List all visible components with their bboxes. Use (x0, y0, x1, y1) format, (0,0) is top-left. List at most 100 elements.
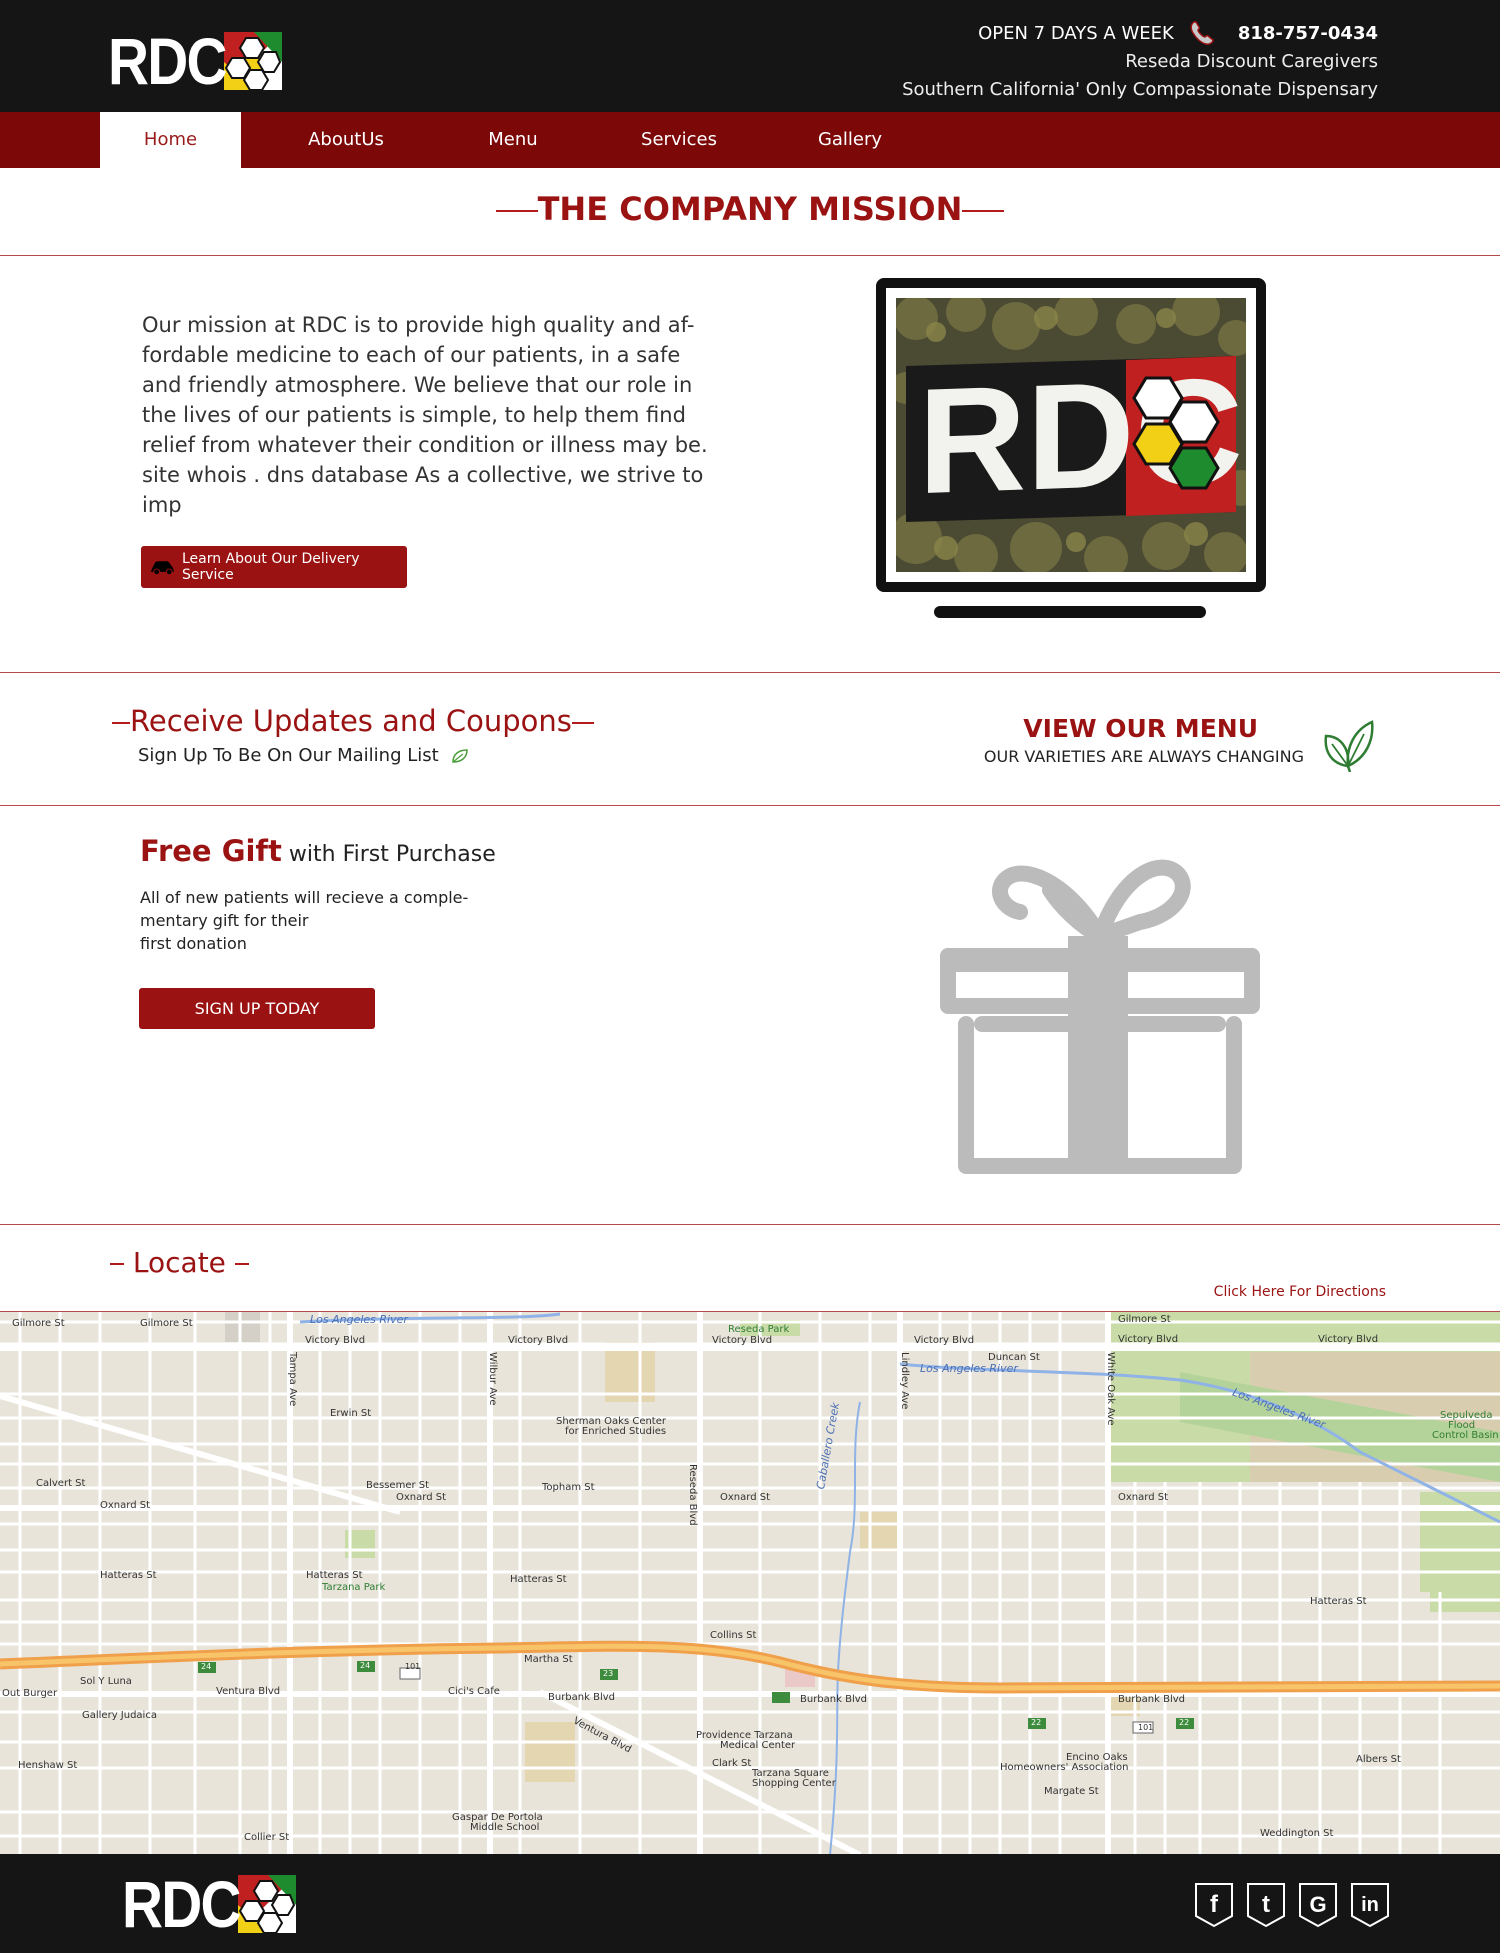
rdc-photo-art: RDC (896, 298, 1246, 572)
delivery-service-button[interactable]: Learn About Our Delivery Service (141, 546, 407, 588)
footer-logo[interactable]: RDC (122, 1867, 296, 1941)
linkedin-icon[interactable]: in (1350, 1882, 1390, 1928)
directions-link[interactable]: Click Here For Directions (1214, 1284, 1386, 1300)
map-label: Lindley Ave (899, 1352, 910, 1410)
rdc-product-photo: RDC (896, 298, 1246, 572)
map-label: Los Angeles River (920, 1362, 1018, 1375)
facebook-icon[interactable]: f (1194, 1882, 1234, 1928)
map-label: Reseda Blvd (687, 1464, 698, 1526)
phone-icon (1190, 21, 1214, 45)
logo-badge-icon (224, 32, 282, 90)
sign-up-button[interactable]: SIGN UP TODAY (139, 988, 375, 1029)
map-label: Weddington St (1260, 1828, 1334, 1839)
nav-item-menu[interactable]: Menu (443, 112, 583, 168)
svg-text:G: G (1309, 1892, 1326, 1917)
map-label: Hatteras St (510, 1574, 567, 1585)
phone-number[interactable]: 818-757-0434 (1238, 23, 1378, 44)
map-label: Bessemer St (366, 1480, 430, 1491)
delivery-button-label: Learn About Our Delivery Service (181, 551, 360, 583)
map-label: Collier St (244, 1832, 290, 1843)
logo-badge-icon (238, 1875, 296, 1933)
map-label: 101 (1138, 1723, 1154, 1732)
locate-heading: Locate (110, 1246, 249, 1279)
map-label: Margate St (1044, 1786, 1099, 1797)
map-label: Ventura Blvd (216, 1686, 281, 1697)
map-label: Tampa Ave (287, 1352, 298, 1407)
heading-dash-left (495, 210, 538, 212)
map-label: Homeowners' Association (1000, 1762, 1129, 1773)
heading-dash-right (962, 210, 1005, 212)
gift-heading: Free Gift with First Purchase (140, 834, 496, 868)
heading-dash-left (112, 722, 130, 724)
map-graphic (0, 1312, 1500, 1854)
gift-desc-line: first donation (140, 934, 247, 953)
nav-item-aboutus[interactable]: AboutUs (276, 112, 416, 168)
heading-dash-right (234, 1263, 249, 1265)
nav-item-services[interactable]: Services (609, 112, 749, 168)
gift-icon (940, 859, 1260, 1174)
leaves-icon[interactable] (1318, 716, 1376, 772)
map-label: Martha St (524, 1654, 573, 1665)
map-label: Topham St (542, 1482, 595, 1493)
map-label: Duncan St (988, 1352, 1040, 1363)
map-label: Oxnard St (720, 1492, 770, 1503)
menu-subtitle: OUR VARIETIES ARE ALWAYS CHANGING (983, 747, 1304, 766)
gift-description: All of new patients will recieve a compl… (140, 886, 470, 955)
map-label: Hatteras St (1310, 1596, 1367, 1607)
map-label: 24 (360, 1661, 371, 1670)
location-map[interactable]: Gilmore St Gilmore St Gilmore St Victory… (0, 1311, 1500, 1854)
footer-logo-text: RDC (122, 1867, 242, 1941)
updates-heading: Receive Updates and Coupons (112, 704, 594, 738)
mailing-list-link[interactable]: Sign Up To Be On Our Mailing List (138, 744, 471, 766)
map-label: Oxnard St (100, 1500, 150, 1511)
tagline-secondary: Southern California' Only Compassionate … (902, 79, 1378, 100)
svg-text:t: t (1262, 1891, 1270, 1918)
map-label: Control Basin (1432, 1430, 1499, 1441)
nav-item-home[interactable]: Home (100, 112, 241, 168)
map-label: Gilmore St (12, 1318, 65, 1329)
divider (0, 672, 1500, 673)
map-label: Medical Center (720, 1740, 796, 1751)
tagline-primary: Reseda Discount Caregivers (1125, 51, 1378, 72)
map-label: Calvert St (36, 1478, 86, 1489)
gift-desc-line: All of new patients will recieve a compl… (140, 888, 469, 907)
updates-title: Receive Updates and Coupons (130, 704, 572, 738)
map-label: Henshaw St (18, 1760, 78, 1771)
map-label: 22 (1031, 1718, 1042, 1727)
map-label: Gallery Judaica (82, 1710, 157, 1721)
map-label: Victory Blvd (1118, 1334, 1179, 1345)
map-label: Clark St (712, 1758, 752, 1769)
divider (0, 255, 1500, 256)
google-icon[interactable]: G (1298, 1882, 1338, 1928)
map-label: Gilmore St (140, 1318, 193, 1329)
map-label: 23 (603, 1669, 614, 1678)
map-label: 22 (1179, 1718, 1190, 1727)
mission-text: Our mission at RDC is to provide high qu… (142, 313, 708, 517)
nav-item-gallery[interactable]: Gallery (780, 112, 920, 168)
mission-title: THE COMPANY MISSION (537, 190, 963, 228)
site-logo[interactable]: RDC (108, 24, 282, 98)
gift-desc-line: mentary gift for their (140, 911, 309, 930)
map-label: for Enriched Studies (565, 1426, 667, 1437)
heading-dash-left (110, 1263, 124, 1265)
view-menu-link[interactable]: VIEW OUR MENU (1023, 714, 1258, 743)
gift-title-highlight: Free Gift (140, 834, 282, 868)
map-label: Gilmore St (1118, 1314, 1171, 1325)
map-label: Albers St (1356, 1754, 1401, 1765)
monitor-image-frame: RDC (876, 278, 1266, 592)
header-contact: OPEN 7 DAYS A WEEK 818-757-0434 Reseda D… (902, 18, 1378, 100)
map-label: Collins St (710, 1630, 757, 1641)
heading-dash-right (571, 722, 594, 724)
logo-text: RDC (108, 24, 228, 98)
map-label: Hatteras St (306, 1570, 363, 1581)
mailing-list-label: Sign Up To Be On Our Mailing List (138, 744, 439, 766)
car-icon (150, 561, 175, 576)
site-header: RDC OPEN 7 DAYS A WEEK 818-757-0434 Rese… (0, 0, 1500, 112)
map-label: Cici's Cafe (448, 1686, 500, 1697)
map-label: Victory Blvd (508, 1335, 569, 1346)
twitter-icon[interactable]: t (1246, 1882, 1286, 1928)
map-label: White Oak Ave (1105, 1352, 1116, 1426)
map-label: Reseda Park (728, 1324, 790, 1335)
map-label: 101 (405, 1662, 421, 1671)
map-label: Hatteras St (100, 1570, 157, 1581)
